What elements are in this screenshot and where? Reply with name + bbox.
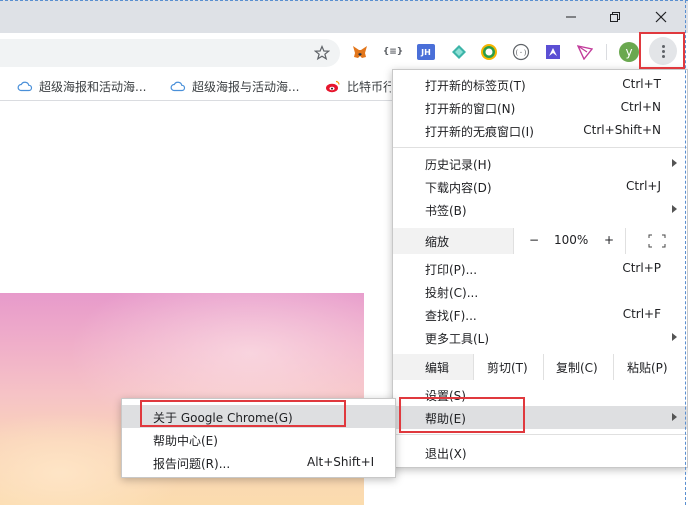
menu-item-new-tab[interactable]: 打开新的标签页(T) Ctrl+T [393,73,687,96]
menu-item-bookmarks[interactable]: 书签(B) [393,198,687,221]
submenu-item-shortcut: Alt+Shift+I [307,455,375,469]
menu-item-shortcut: Ctrl+T [622,77,661,91]
json-braces-icon[interactable]: {≡} [383,42,403,62]
menu-item-label: 打开新的窗口(N) [425,102,516,116]
submenu-arrow-icon [672,205,677,213]
menu-separator [393,147,687,148]
fullscreen-button[interactable] [625,228,687,254]
submenu-arrow-icon [672,159,677,167]
toolbar-divider [606,44,607,60]
fullscreen-icon [648,234,666,248]
copy-label: 复制(C) [556,361,598,375]
menu-item-label: 下载内容(D) [425,181,492,195]
diamond-extension-icon[interactable] [449,42,469,62]
menu-item-label: 查找(F)... [425,309,477,323]
submenu-item-label: 帮助中心(E) [153,434,218,448]
menu-item-incognito[interactable]: 打开新的无痕窗口(I) Ctrl+Shift+N [393,119,687,142]
zoom-label: 缩放 [425,235,450,249]
menu-item-shortcut: Ctrl+F [622,307,661,321]
edit-row: 编辑 剪切(T) 复制(C) 粘贴(P) [393,354,687,380]
bookmark-label: 超级海报与活动海... [192,79,300,94]
menu-item-label: 更多工具(L) [425,332,490,346]
tron-triangle-icon[interactable] [575,42,595,62]
circle-check-extension-icon[interactable] [479,42,499,62]
svg-text:(·): (·) [515,49,528,57]
close-icon [655,11,667,22]
paste-label: 粘贴(P) [627,361,668,375]
bookmark-item[interactable]: 超级海报与活动海... [170,77,310,95]
arrow-square-extension-icon[interactable] [543,42,563,62]
menu-item-shortcut: Ctrl+Shift+N [583,123,661,137]
bookmark-item[interactable]: 超级海报和活动海... [17,77,157,95]
minimize-button[interactable] [548,0,594,33]
close-window-button[interactable] [638,0,684,33]
submenu-arrow-icon [672,333,677,341]
zoom-value: 100% [554,233,589,247]
cut-label: 剪切(T) [487,361,528,375]
profile-avatar[interactable]: y [619,42,639,62]
minimize-icon [566,16,576,17]
zoom-out-button[interactable]: − [529,233,539,247]
submenu-item-report-issue[interactable]: 报告问题(R)... Alt+Shift+I [122,451,395,474]
menu-item-shortcut: Ctrl+P [622,261,661,275]
address-bar[interactable] [0,39,340,67]
restore-button[interactable] [592,0,638,33]
menu-item-shortcut: Ctrl+N [620,100,661,114]
metamask-fox-icon[interactable] [350,42,370,62]
restore-icon [610,11,620,22]
zoom-row: 缩放 − 100% + [393,228,687,254]
menu-separator [393,434,687,435]
zoom-in-button[interactable]: + [604,233,614,247]
copy-button[interactable]: 复制(C) [543,354,613,380]
cloud-icon [170,81,186,92]
menu-item-history[interactable]: 历史记录(H) [393,152,687,175]
annotation-box-help [399,397,525,433]
title-bar [0,0,688,33]
menu-item-label: 打开新的无痕窗口(I) [425,125,534,139]
menu-item-label: 书签(B) [425,204,467,218]
menu-item-more-tools[interactable]: 更多工具(L) [393,326,687,349]
jh-label: JH [417,44,435,60]
cut-button[interactable]: 剪切(T) [473,354,543,380]
paste-button[interactable]: 粘贴(P) [613,354,687,380]
bookmark-label: 比特币行 [347,79,391,94]
submenu-item-help-center[interactable]: 帮助中心(E) [122,428,395,451]
menu-item-print[interactable]: 打印(P)... Ctrl+P [393,257,687,280]
edit-label: 编辑 [425,361,450,375]
bookmark-star-icon[interactable] [314,45,330,61]
jh-extension-icon[interactable]: JH [416,42,436,62]
bookmark-item[interactable]: 比特币行 [325,77,391,95]
menu-item-find[interactable]: 查找(F)... Ctrl+F [393,303,687,326]
selection-edge [685,0,686,505]
menu-item-new-window[interactable]: 打开新的窗口(N) Ctrl+N [393,96,687,119]
selection-edge [0,0,688,1]
weibo-icon [326,80,340,93]
menu-item-label: 投射(C)... [425,286,479,300]
annotation-box-menu [639,32,685,69]
menu-item-cast[interactable]: 投射(C)... [393,280,687,303]
menu-item-shortcut: Ctrl+J [626,179,661,193]
bookmark-label: 超级海报和活动海... [39,79,147,94]
menu-item-label: 打开新的标签页(T) [425,79,526,93]
browser-toolbar: {≡} JH (·) y [0,33,688,71]
menu-item-downloads[interactable]: 下载内容(D) Ctrl+J [393,175,687,198]
menu-item-exit[interactable]: 退出(X) [393,441,687,464]
menu-item-label: 退出(X) [425,447,467,461]
menu-item-label: 历史记录(H) [425,158,492,172]
submenu-item-label: 报告问题(R)... [153,457,231,471]
submenu-arrow-icon [672,413,677,421]
annotation-box-about [140,400,346,427]
menu-item-label: 打印(P)... [425,263,478,277]
cloud-icon [17,81,33,92]
code-circle-extension-icon[interactable]: (·) [511,42,531,62]
